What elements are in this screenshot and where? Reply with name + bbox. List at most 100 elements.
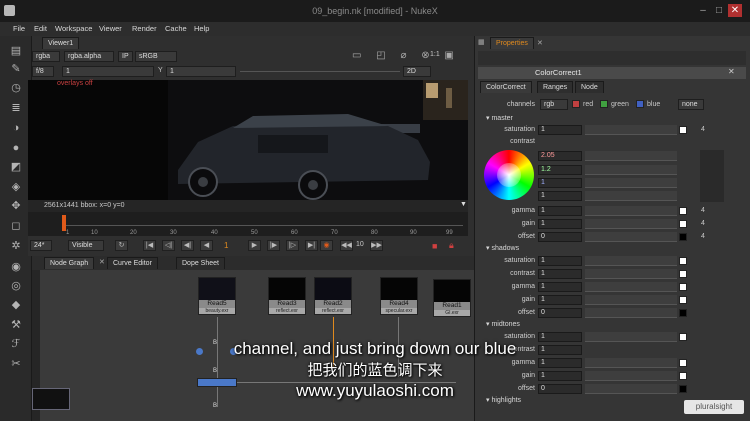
gain-alpha-slider[interactable] [585, 191, 677, 201]
keyer-icon[interactable]: ◩ [9, 160, 23, 174]
channel-icon[interactable]: ≣ [9, 101, 23, 115]
lock-icon[interactable]: 🔒︎ [449, 240, 454, 251]
shadows-saturation-slider[interactable] [585, 256, 677, 266]
shadows-gain-slider[interactable] [585, 295, 677, 305]
gamma-field[interactable]: 1 [166, 66, 236, 77]
menu-help[interactable]: Help [194, 24, 209, 33]
zoom-select[interactable]: 1:1 [430, 51, 440, 58]
master-offset-slider[interactable] [585, 232, 677, 242]
fstop-field[interactable]: f/8 [32, 66, 54, 77]
tab-curve-editor[interactable]: Curve Editor [107, 257, 158, 269]
close-button[interactable]: ✕ [728, 4, 742, 17]
shadows-saturation-field[interactable]: 1 [538, 256, 582, 266]
3d-icon[interactable]: ◻ [9, 219, 23, 233]
first-frame-icon[interactable]: |◀ [143, 240, 156, 251]
menu-workspace[interactable]: Workspace [55, 24, 92, 33]
tab-node-graph[interactable]: Node Graph [44, 257, 95, 269]
draw-icon[interactable]: ✎ [9, 62, 23, 76]
master-gain-green-field[interactable]: 1.2 [538, 165, 582, 175]
tab-properties[interactable]: Properties [490, 37, 534, 49]
properties-close-icon[interactable]: ✕ [537, 39, 543, 47]
tab-dope-sheet[interactable]: Dope Sheet [176, 257, 225, 269]
prev-key-icon[interactable]: ◁| [162, 240, 175, 251]
shadows-contrast-field[interactable]: 1 [538, 269, 582, 279]
master-saturation-field[interactable]: 1 [538, 125, 582, 135]
next-key-icon[interactable]: |▷ [286, 240, 299, 251]
gamma-slider[interactable] [240, 71, 400, 72]
tab-node[interactable]: Node [575, 81, 604, 93]
master-gain-alpha-field[interactable]: 1 [538, 191, 582, 201]
views-icon[interactable]: ◎ [9, 279, 23, 293]
shadows-saturation-swatch[interactable] [679, 257, 687, 265]
master-section[interactable]: ▾ master [486, 114, 513, 122]
merge-icon[interactable]: ◈ [9, 180, 23, 194]
master-gamma-field[interactable]: 1 [538, 206, 582, 216]
menu-viewer[interactable]: Viewer [99, 24, 122, 33]
shadows-gain-field[interactable]: 1 [538, 295, 582, 305]
gain-green-slider[interactable] [585, 165, 677, 175]
blue-checkbox[interactable] [636, 100, 644, 108]
play-icon[interactable]: ▶ [248, 240, 261, 251]
channel-count[interactable]: 4 [701, 220, 705, 227]
shadows-contrast-slider[interactable] [585, 269, 677, 279]
ip-toggle[interactable]: IP [118, 51, 133, 62]
node-read2[interactable]: Read2 reflect.exr [314, 277, 352, 315]
colorspace-select[interactable]: sRGB [135, 51, 177, 62]
shadows-contrast-swatch[interactable] [679, 270, 687, 278]
channels-select[interactable]: rgba [32, 51, 60, 62]
maximize-button[interactable]: □ [712, 4, 726, 17]
play-backward-icon[interactable]: ◀ [200, 240, 213, 251]
green-checkbox[interactable] [600, 100, 608, 108]
shadows-gamma-swatch[interactable] [679, 283, 687, 291]
shadows-gain-swatch[interactable] [679, 296, 687, 304]
node-name-field[interactable]: ColorCorrect1 [535, 68, 582, 77]
other-icon[interactable]: ⚒ [9, 318, 23, 332]
tab-colorcorrect[interactable]: ColorCorrect [480, 81, 532, 93]
alpha-channel-dropdown[interactable]: none [678, 99, 704, 110]
channel-count[interactable]: 4 [701, 126, 705, 133]
menu-render[interactable]: Render [132, 24, 157, 33]
channel-count[interactable]: 4 [701, 207, 705, 214]
node-read3[interactable]: Read3 reflect.exr [268, 277, 306, 315]
color-icon[interactable]: ◑ [9, 121, 23, 135]
time-icon[interactable]: ◷ [9, 81, 23, 95]
last-frame-icon[interactable]: ▶| [305, 240, 318, 251]
timeline-marker[interactable] [62, 215, 66, 231]
tab-ranges[interactable]: Ranges [537, 81, 574, 93]
prev-frame-icon[interactable]: ◀| [181, 240, 194, 251]
gamma-color-swatch[interactable] [679, 207, 687, 215]
panel-menu-icon[interactable]: ▦ [478, 38, 485, 46]
tab-viewer1[interactable]: Viewer1 [42, 37, 80, 49]
menu-edit[interactable]: Edit [34, 24, 47, 33]
shadows-gamma-field[interactable]: 1 [538, 282, 582, 292]
midtones-section[interactable]: ▾ midtones [486, 320, 520, 328]
visible-select[interactable]: Visible [68, 240, 104, 251]
master-gain-blue-field[interactable]: 1 [538, 178, 582, 188]
shadows-section[interactable]: ▾ shadows [486, 244, 519, 252]
loop-icon[interactable]: ↻ [115, 240, 128, 251]
shadows-offset-field[interactable]: 0 [538, 308, 582, 318]
master-offset-field[interactable]: 0 [538, 232, 582, 242]
gain-field[interactable]: 1 [62, 66, 154, 77]
fps-select[interactable]: 24* [30, 240, 52, 251]
next-frame-icon[interactable]: |▶ [267, 240, 280, 251]
filter-icon[interactable]: ● [9, 141, 23, 155]
shadows-offset-slider[interactable] [585, 308, 677, 318]
transform-icon[interactable]: ✥ [9, 199, 23, 213]
node-read4[interactable]: Read4 specular.exr [380, 277, 418, 315]
node-graph-close-icon[interactable]: ✕ [99, 258, 105, 266]
master-gain-field[interactable]: 1 [538, 219, 582, 229]
channel-count[interactable]: 4 [701, 233, 705, 240]
gain-red-slider[interactable] [585, 151, 677, 161]
close-node-icon[interactable]: ✕ [728, 67, 735, 76]
master-gamma-slider[interactable] [585, 206, 677, 216]
master-saturation-slider[interactable] [585, 125, 677, 135]
deep-icon[interactable]: ◉ [9, 260, 23, 274]
viewer-tool-icons[interactable]: ▭ ◰ ⌀ ⊗ ▣ [352, 50, 462, 62]
view-mode-select[interactable]: 2D [403, 66, 431, 77]
step-forward-icon[interactable]: ▶▶ [370, 240, 383, 251]
red-checkbox[interactable] [572, 100, 580, 108]
master-gain-red-field[interactable]: 2.05 [538, 151, 582, 161]
channels-dropdown[interactable]: rgb [540, 99, 568, 110]
current-frame[interactable]: 1 [224, 241, 228, 250]
